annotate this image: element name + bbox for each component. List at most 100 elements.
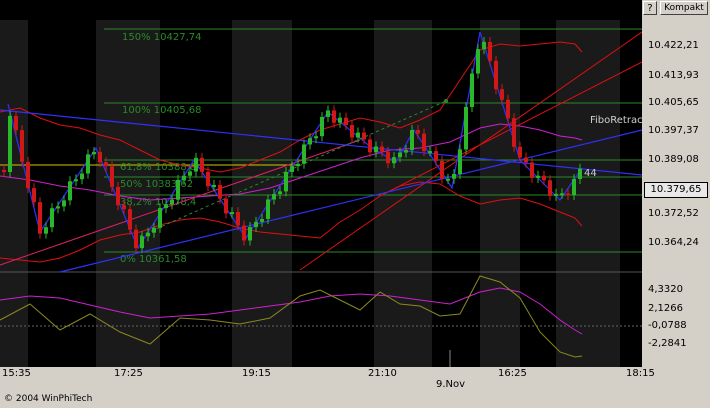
candle-body xyxy=(578,168,582,179)
candle-body xyxy=(284,171,288,192)
candle-body xyxy=(386,151,390,164)
fib-label-50: 50% 10383,62 xyxy=(120,179,193,190)
candle-body xyxy=(230,212,234,215)
price-tick: 10.397,37 xyxy=(648,125,699,136)
fibo-tool-label[interactable]: FiboRetrace xyxy=(590,115,642,126)
candle-body xyxy=(50,208,54,228)
candle-body xyxy=(398,152,402,158)
candle-body xyxy=(506,99,510,119)
candle-body xyxy=(170,199,174,205)
candle-body xyxy=(254,221,258,228)
candle-body xyxy=(476,49,480,74)
price-tick: 10.413,93 xyxy=(648,70,699,81)
candle-body xyxy=(326,110,330,117)
candle-body xyxy=(554,193,558,196)
candle-body xyxy=(74,179,78,182)
price-chart[interactable]: 150% 10427,74 100% 10405,68 61,8% 10388,… xyxy=(0,0,642,367)
candle-body xyxy=(434,151,438,161)
candle-body xyxy=(332,110,336,123)
footer: © 2004 WinPhiTech xyxy=(0,392,710,408)
fibo-count-label: 44 xyxy=(584,168,597,179)
candle-body xyxy=(536,175,540,178)
price-axis: 10.422,21 10.413,93 10.405,65 10.397,37 … xyxy=(642,0,710,367)
candle-body xyxy=(140,236,144,249)
candle-body xyxy=(104,162,108,167)
candle-body xyxy=(92,152,96,155)
price-tick: 10.372,52 xyxy=(648,208,699,219)
candle-body xyxy=(212,184,216,187)
candle-body xyxy=(302,144,306,164)
date-label: 9.Nov xyxy=(436,379,466,390)
candle-body xyxy=(308,138,312,145)
candle-body xyxy=(440,160,444,179)
candle-body xyxy=(32,188,36,203)
price-tick: 10.364,24 xyxy=(648,237,699,248)
time-tick: 17:25 xyxy=(114,368,143,379)
candle-body xyxy=(380,146,384,152)
fib-label-38: 38,2% 10378,4 xyxy=(120,197,196,208)
candle-body xyxy=(356,132,360,138)
candle-body xyxy=(314,136,318,139)
candle-body xyxy=(338,117,342,123)
candle-body xyxy=(2,170,6,173)
candle-body xyxy=(272,194,276,200)
candle-body xyxy=(482,41,486,50)
indicator-tick: 2,1266 xyxy=(648,303,683,314)
time-tick: 16:25 xyxy=(498,368,527,379)
candle-body xyxy=(188,171,192,176)
candle-body xyxy=(56,206,60,209)
candle-body xyxy=(542,175,546,181)
fib-anchor-point xyxy=(444,99,448,103)
candle-body xyxy=(152,227,156,233)
candle-body xyxy=(500,89,504,100)
candle-body xyxy=(38,202,42,234)
candle-body xyxy=(200,157,204,172)
price-tick: 10.389,08 xyxy=(648,154,699,165)
candle-body xyxy=(242,225,246,241)
candle-body xyxy=(566,193,570,196)
candle-body xyxy=(98,152,102,163)
candle-body xyxy=(236,212,240,226)
candle-body xyxy=(572,178,576,195)
candle-body xyxy=(158,208,162,228)
candle-body xyxy=(206,171,210,187)
candle-body xyxy=(290,166,294,172)
candle-body xyxy=(8,115,12,173)
help-button[interactable]: ? xyxy=(643,1,657,15)
candle-body xyxy=(224,198,228,214)
candle-body xyxy=(128,209,132,230)
candle-body xyxy=(62,200,66,207)
indicator-tick: 4,3320 xyxy=(648,284,683,295)
candle-body xyxy=(122,205,126,210)
candle-body xyxy=(176,179,180,200)
candle-body xyxy=(68,181,72,201)
time-tick: 15:35 xyxy=(2,368,31,379)
candle-body xyxy=(44,227,48,234)
time-tick: 19:15 xyxy=(242,368,271,379)
time-tick: 21:10 xyxy=(368,368,397,379)
candle-body xyxy=(518,146,522,158)
candle-body xyxy=(428,151,432,154)
current-price-box: 10.379,65 xyxy=(644,182,708,198)
candle-body xyxy=(182,175,186,180)
candle-body xyxy=(194,157,198,172)
candle-body xyxy=(530,162,534,178)
compact-button[interactable]: Kompakt xyxy=(660,1,708,15)
candle-body xyxy=(278,191,282,195)
candle-body xyxy=(452,173,456,179)
time-tick: 18:15 xyxy=(626,368,655,379)
candle-body xyxy=(404,150,408,153)
candle-body xyxy=(368,139,372,153)
price-tick: 10.422,21 xyxy=(648,40,699,51)
candle-body xyxy=(260,218,264,222)
indicator-tick: -2,2841 xyxy=(648,338,687,349)
fib-label-100: 100% 10405,68 xyxy=(122,105,201,116)
fib-label-61: 61,8% 10388,8 xyxy=(120,162,196,173)
candle-body xyxy=(494,60,498,90)
candle-body xyxy=(422,133,426,152)
candle-body xyxy=(512,118,516,147)
fib-label-150: 150% 10427,74 xyxy=(122,32,201,43)
candle-body xyxy=(560,193,564,196)
candle-body xyxy=(146,232,150,237)
candle-body xyxy=(446,178,450,181)
